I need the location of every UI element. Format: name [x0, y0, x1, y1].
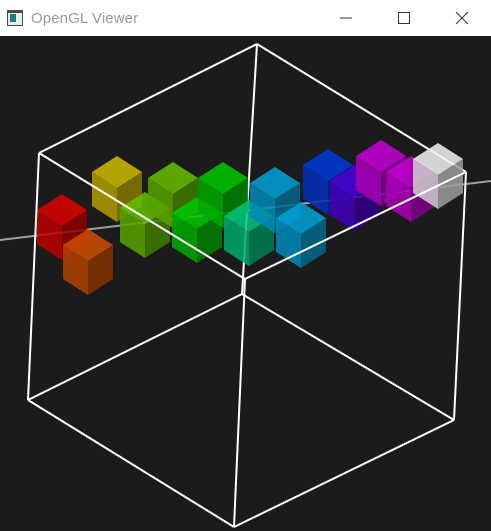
wire-edge — [27, 293, 243, 401]
minimize-button[interactable] — [317, 0, 375, 36]
wire-edge — [38, 43, 258, 154]
wire-edge — [453, 171, 467, 421]
window-title: OpenGL Viewer — [31, 9, 139, 27]
maximize-button[interactable] — [375, 0, 433, 36]
wire-edge — [27, 399, 235, 528]
gl-viewport[interactable] — [0, 36, 491, 531]
close-icon — [455, 11, 469, 25]
wire-edge — [233, 419, 455, 528]
window-controls — [317, 0, 491, 36]
wire-edge — [241, 293, 455, 421]
close-button[interactable] — [433, 0, 491, 36]
app-window: OpenGL Viewer — [0, 0, 491, 531]
wire-edge — [27, 152, 40, 401]
opengl-app-icon — [7, 10, 23, 26]
wire-edge — [233, 278, 246, 528]
title-bar[interactable]: OpenGL Viewer — [0, 0, 491, 36]
minimize-icon — [340, 17, 352, 19]
maximize-icon — [398, 12, 410, 24]
scene-canvas — [0, 43, 491, 528]
